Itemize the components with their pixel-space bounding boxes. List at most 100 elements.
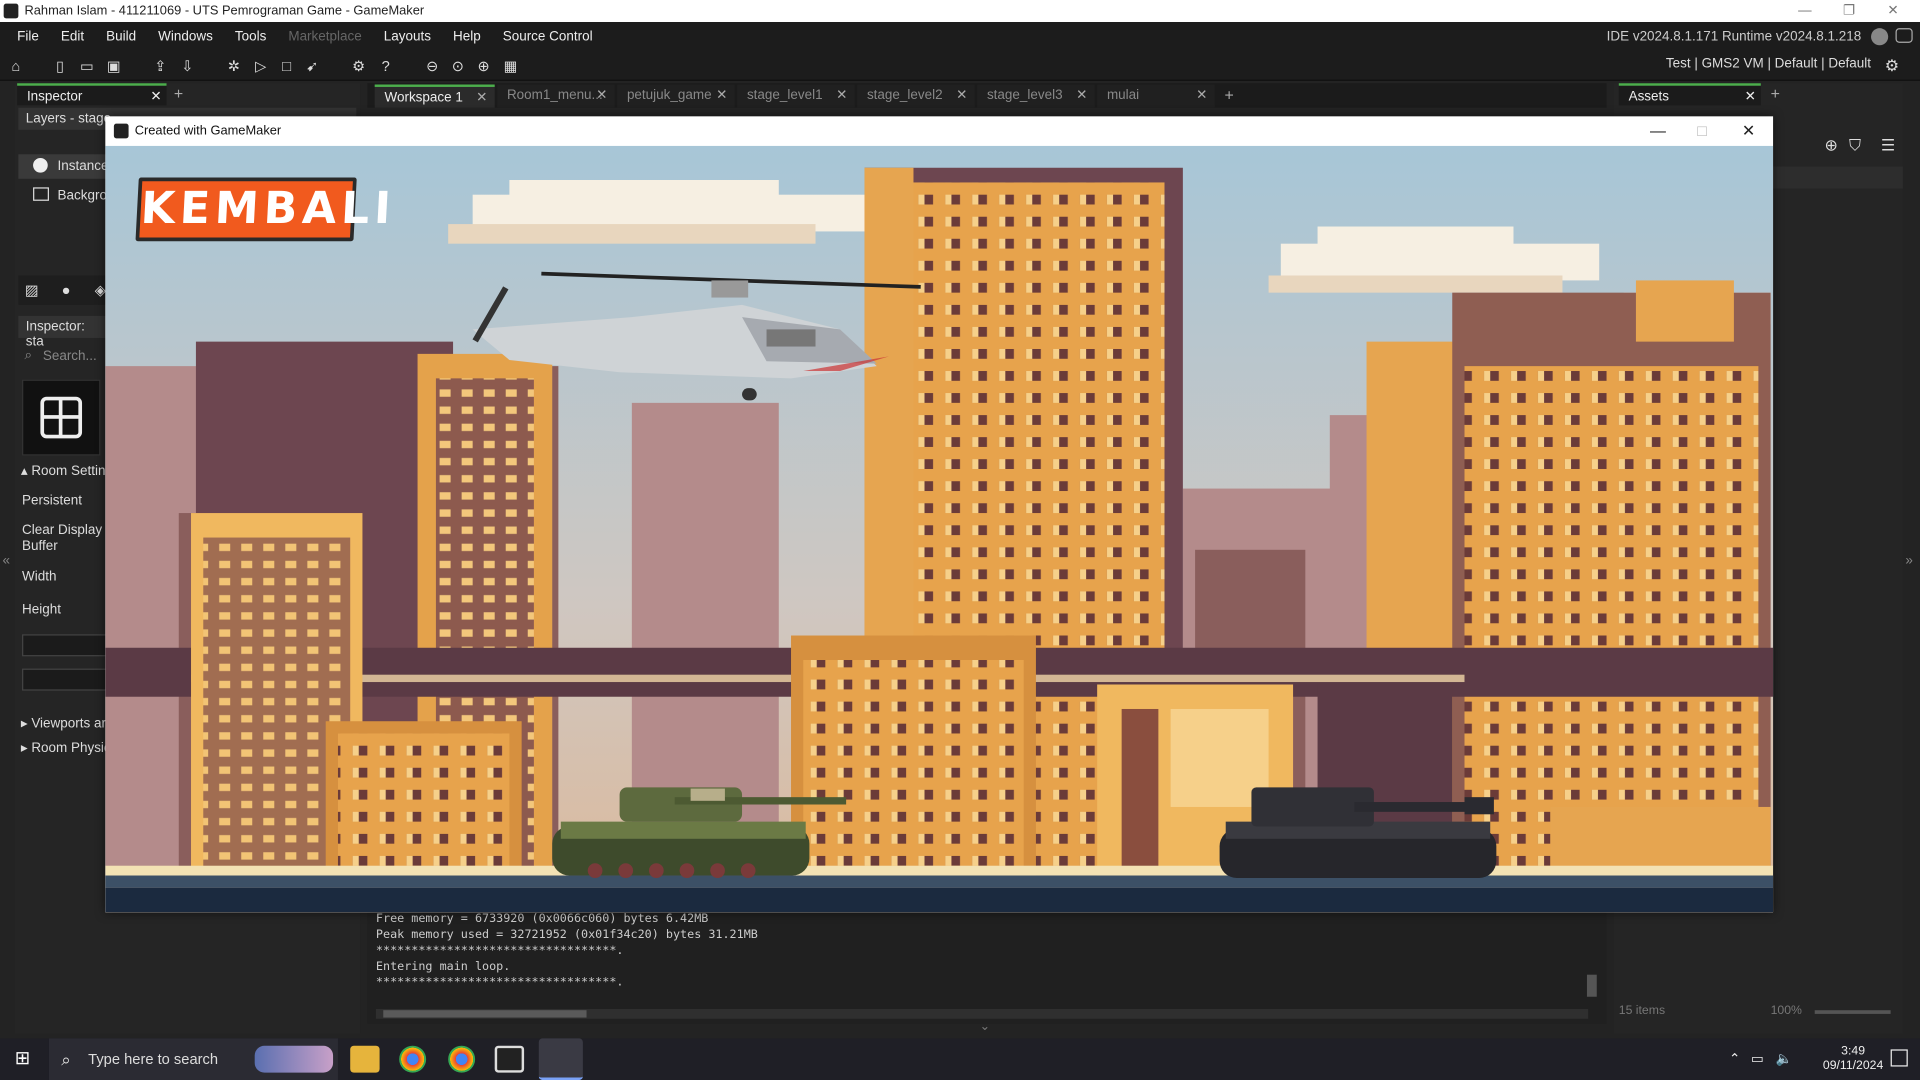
help-icon[interactable]: ? bbox=[375, 55, 397, 77]
title-bar: Rahman Islam - 411211069 - UTS Pemrogram… bbox=[0, 0, 1920, 23]
tab-stage-level3[interactable]: stage_level3 ✕ bbox=[977, 84, 1095, 108]
close-icon[interactable]: ✕ bbox=[1196, 84, 1207, 107]
tab-petujuk-game[interactable]: petujuk_game ✕ bbox=[617, 84, 735, 108]
tab-stage-level1[interactable]: stage_level1 ✕ bbox=[737, 84, 855, 108]
notifications-icon[interactable] bbox=[1890, 1049, 1908, 1067]
menu-marketplace[interactable]: Marketplace bbox=[277, 29, 372, 44]
tab-label: Workspace 1 bbox=[384, 90, 463, 106]
vertical-scrollbar[interactable] bbox=[1586, 974, 1597, 997]
target-config[interactable]: Test | GMS2 VM | Default | Default bbox=[1666, 56, 1871, 71]
close-icon[interactable]: ✕ bbox=[476, 87, 487, 110]
add-instance-layer-icon[interactable]: ● bbox=[55, 279, 77, 301]
horizontal-scrollbar[interactable] bbox=[375, 1008, 1589, 1019]
room-physics-section[interactable]: ▸ Room Physic bbox=[21, 740, 111, 756]
import-icon[interactable]: ⇩ bbox=[176, 55, 198, 77]
tab-workspace-1[interactable]: Workspace 1 ✕ bbox=[374, 84, 495, 110]
add-tab-icon[interactable]: + bbox=[174, 84, 183, 102]
add-tab-icon[interactable]: + bbox=[1225, 86, 1234, 104]
search-input[interactable]: ⌕ Search... bbox=[18, 345, 109, 367]
layer-background[interactable]: Backgro bbox=[18, 184, 109, 208]
run-icon[interactable]: ▷ bbox=[250, 55, 272, 77]
file-explorer-icon[interactable] bbox=[350, 1045, 380, 1073]
chrome-icon[interactable] bbox=[448, 1045, 476, 1073]
filter-icon[interactable]: ⛉ bbox=[1849, 136, 1861, 156]
menu-layouts[interactable]: Layouts bbox=[373, 29, 442, 44]
add-tab-icon[interactable]: + bbox=[1771, 84, 1780, 102]
menu-help[interactable]: Help bbox=[442, 29, 492, 44]
debug-icon[interactable]: ✲ bbox=[223, 55, 245, 77]
tab-label: stage_level3 bbox=[986, 88, 1063, 103]
game-window-titlebar: Created with GameMaker — □ ✕ bbox=[105, 116, 1773, 145]
menu-source-control[interactable]: Source Control bbox=[492, 29, 604, 44]
scrollbar-thumb[interactable] bbox=[383, 1010, 587, 1018]
open-project-icon[interactable]: ▭ bbox=[76, 55, 98, 77]
menu-icon[interactable]: ☰ bbox=[1881, 136, 1895, 156]
maximize-button[interactable]: ❐ bbox=[1827, 0, 1871, 22]
width-input[interactable] bbox=[22, 634, 108, 657]
height-label: Height bbox=[22, 602, 61, 618]
grid-icon[interactable]: ▦ bbox=[500, 55, 522, 77]
collapse-right-icon[interactable]: » bbox=[1905, 553, 1913, 568]
instance-layer-icon bbox=[33, 157, 48, 173]
gamemaker-icon[interactable] bbox=[494, 1045, 525, 1073]
chrome-icon[interactable] bbox=[399, 1045, 427, 1073]
tray-chevron-icon[interactable]: ⌃ bbox=[1729, 1051, 1740, 1067]
stop-icon[interactable]: □ bbox=[276, 55, 298, 77]
create-asset-icon[interactable]: ⊕ bbox=[1825, 136, 1838, 156]
clock[interactable]: 3:49 09/11/2024 bbox=[1823, 1044, 1883, 1073]
volume-icon[interactable]: 🔈 bbox=[1776, 1051, 1793, 1067]
close-icon[interactable]: ✕ bbox=[1076, 84, 1087, 107]
height-input[interactable] bbox=[22, 668, 108, 691]
tab-assets[interactable]: Assets ✕ bbox=[1618, 83, 1761, 108]
kembali-button[interactable]: KEMBALI bbox=[135, 177, 397, 242]
close-button[interactable]: ✕ bbox=[1871, 0, 1915, 22]
close-icon[interactable]: ✕ bbox=[716, 84, 727, 107]
layer-tools: ▨ ● ◈ bbox=[18, 275, 109, 305]
collapse-left-icon[interactable]: « bbox=[2, 553, 10, 568]
tab-inspector[interactable]: Inspector ✕ bbox=[17, 83, 167, 108]
minimize-button[interactable]: — bbox=[1636, 116, 1680, 145]
close-icon[interactable]: ✕ bbox=[150, 86, 161, 108]
save-icon[interactable]: ▣ bbox=[103, 55, 125, 77]
tab-label: stage_level2 bbox=[866, 88, 943, 103]
close-icon[interactable]: ✕ bbox=[596, 84, 607, 107]
clean-icon[interactable]: ➹ bbox=[301, 55, 323, 77]
zoom-slider[interactable] bbox=[1814, 1010, 1891, 1014]
taskbar-search[interactable]: ⌕ Type here to search bbox=[48, 1038, 338, 1080]
add-background-layer-icon[interactable]: ▨ bbox=[21, 279, 43, 301]
menu-file[interactable]: File bbox=[0, 29, 50, 44]
gamemaker-runner-icon[interactable] bbox=[538, 1038, 583, 1080]
export-icon[interactable]: ⇪ bbox=[149, 55, 171, 77]
close-icon[interactable]: ✕ bbox=[836, 84, 847, 107]
log-line: **********************************. bbox=[375, 975, 624, 990]
network-icon[interactable]: ▭ bbox=[1751, 1051, 1764, 1067]
windows-start-icon[interactable]: ⊞ bbox=[15, 1049, 35, 1069]
room-settings-section[interactable]: ▴ Room Setting bbox=[21, 463, 113, 479]
close-icon[interactable]: ✕ bbox=[1745, 86, 1756, 108]
tab-room1-menu[interactable]: Room1_menu... ✕ bbox=[497, 84, 615, 108]
account-icon[interactable] bbox=[1871, 28, 1889, 46]
search-highlight-image bbox=[254, 1045, 334, 1073]
menu-windows[interactable]: Windows bbox=[147, 29, 224, 44]
zoom-out-icon[interactable]: ⊖ bbox=[421, 55, 443, 77]
close-icon[interactable]: ✕ bbox=[956, 84, 967, 107]
settings-icon[interactable]: ⚙ bbox=[348, 55, 370, 77]
target-settings-icon[interactable]: ⚙ bbox=[1881, 55, 1903, 77]
gamemaker-icon bbox=[3, 3, 19, 19]
close-button[interactable]: ✕ bbox=[1727, 116, 1771, 145]
chat-icon[interactable] bbox=[1895, 28, 1913, 43]
tab-stage-level2[interactable]: stage_level2 ✕ bbox=[857, 84, 975, 108]
layer-instances[interactable]: Instance bbox=[18, 154, 109, 179]
new-project-icon[interactable]: ▯ bbox=[49, 55, 71, 77]
zoom-in-icon[interactable]: ⊕ bbox=[473, 55, 495, 77]
menu-edit[interactable]: Edit bbox=[50, 29, 95, 44]
minimize-button[interactable]: — bbox=[1783, 0, 1827, 22]
menu-build[interactable]: Build bbox=[95, 29, 147, 44]
tab-mulai[interactable]: mulai ✕ bbox=[1097, 84, 1215, 108]
expand-output-icon[interactable]: ⌄ bbox=[980, 1020, 990, 1033]
home-icon[interactable]: ⌂ bbox=[5, 55, 27, 77]
viewports-section[interactable]: ▸ Viewports ar bbox=[21, 715, 106, 731]
zoom-reset-icon[interactable]: ⊙ bbox=[447, 55, 469, 77]
menu-tools[interactable]: Tools bbox=[224, 29, 277, 44]
maximize-button[interactable]: □ bbox=[1680, 116, 1724, 145]
